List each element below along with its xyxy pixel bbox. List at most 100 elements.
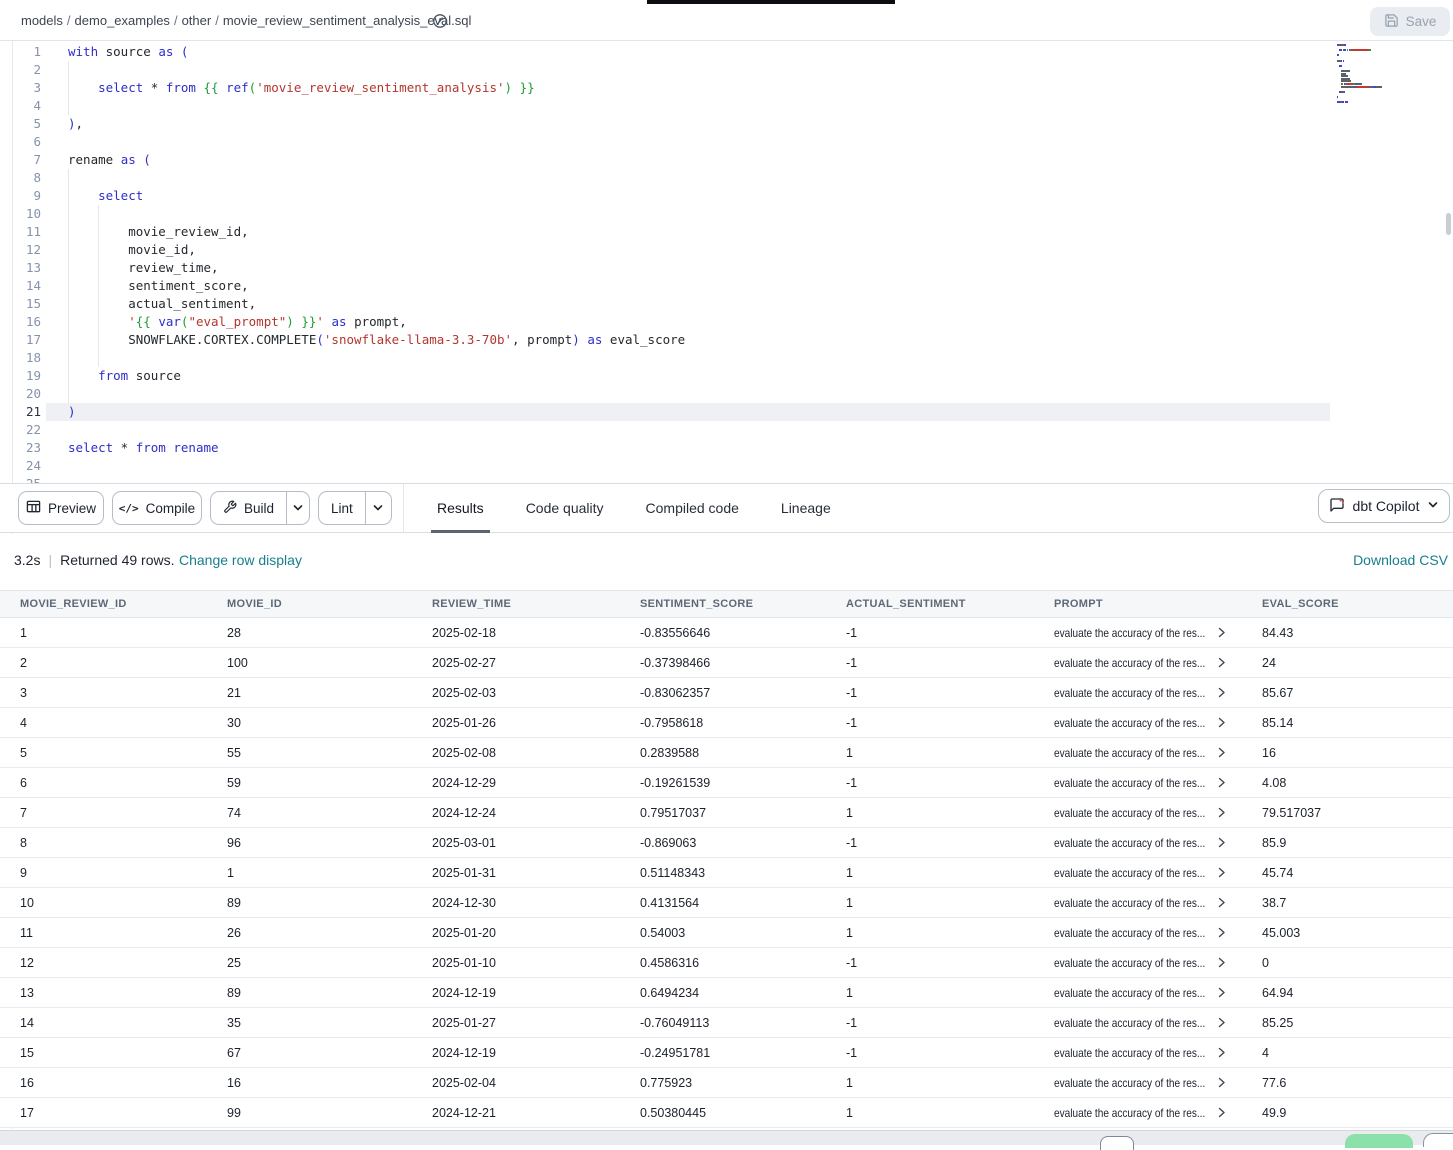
cell-actual_sentiment: -1: [818, 1038, 1026, 1067]
code-line[interactable]: 14 sentiment_score,: [0, 277, 1453, 295]
cell-actual_sentiment: 1: [818, 858, 1026, 887]
lint-button[interactable]: Lint: [319, 492, 365, 524]
expand-prompt-icon[interactable]: [1218, 957, 1226, 968]
build-dropdown-chevron[interactable]: [286, 492, 309, 524]
breadcrumb-segment[interactable]: other: [182, 13, 212, 28]
expand-prompt-icon[interactable]: [1218, 747, 1226, 758]
cell-sentiment_score: -0.37398466: [612, 648, 818, 677]
copilot-chat-sparkle-icon: [1329, 497, 1345, 516]
cell-movie_review_id: 5: [0, 738, 199, 767]
change-row-display-link[interactable]: Change row display: [179, 552, 302, 568]
expand-prompt-icon[interactable]: [1218, 897, 1226, 908]
lint-dropdown-chevron[interactable]: [365, 492, 391, 524]
cell-eval_score: 45.003: [1234, 918, 1453, 947]
build-label: Build: [244, 501, 274, 516]
code-line[interactable]: 13 review_time,: [0, 259, 1453, 277]
expand-prompt-icon[interactable]: [1218, 987, 1226, 998]
expand-prompt-icon[interactable]: [1218, 717, 1226, 728]
save-label: Save: [1406, 14, 1437, 29]
code-line[interactable]: 7rename as (: [0, 151, 1453, 169]
expand-prompt-icon[interactable]: [1218, 1107, 1226, 1118]
prompt-preview-text: evaluate the accuracy of the res...: [1054, 806, 1205, 820]
breadcrumb-segment[interactable]: models: [21, 13, 63, 28]
cell-movie_id: 25: [199, 948, 404, 977]
partial-button-left[interactable]: [1100, 1136, 1134, 1150]
code-line[interactable]: 23select * from rename: [0, 439, 1453, 457]
expand-prompt-icon[interactable]: [1218, 657, 1226, 668]
editor-scrollbar-thumb[interactable]: [1446, 213, 1451, 235]
prompt-preview-text: evaluate the accuracy of the res...: [1054, 1106, 1205, 1120]
code-line[interactable]: 24: [0, 457, 1453, 475]
code-line[interactable]: 20: [0, 385, 1453, 403]
line-number: 25: [0, 475, 41, 483]
dbt-copilot-button[interactable]: dbt Copilot: [1318, 489, 1450, 523]
expand-prompt-icon[interactable]: [1218, 1077, 1226, 1088]
code-line[interactable]: 9 select: [0, 187, 1453, 205]
expand-prompt-icon[interactable]: [1218, 837, 1226, 848]
code-line[interactable]: 1 with source as (: [0, 43, 1453, 61]
code-line[interactable]: 15 actual_sentiment,: [0, 295, 1453, 313]
code-line[interactable]: 21): [0, 403, 1453, 421]
table-row: 4302025-01-26-0.7958618-1evaluate the ac…: [0, 708, 1453, 738]
cell-movie_id: 96: [199, 828, 404, 857]
tab-lineage[interactable]: Lineage: [760, 484, 852, 533]
top-bar: models/demo_examples/other/movie_review_…: [0, 0, 1453, 41]
code-line[interactable]: 4: [0, 97, 1453, 115]
row-count-summary: Returned 49 rows.: [60, 552, 174, 568]
code-text: ),: [68, 115, 83, 133]
results-tabs: ResultsCode qualityCompiled codeLineage: [416, 484, 852, 533]
cell-sentiment_score: 0.6494234: [612, 978, 818, 1007]
compile-code-icon: </>: [119, 502, 139, 515]
code-line[interactable]: 18: [0, 349, 1453, 367]
preview-button[interactable]: Preview: [18, 491, 104, 525]
code-line[interactable]: 6: [0, 133, 1453, 151]
cell-sentiment_score: -0.83556646: [612, 618, 818, 647]
code-line[interactable]: 17 SNOWFLAKE.CORTEX.COMPLETE('snowflake-…: [0, 331, 1453, 349]
sql-code-editor[interactable]: 1 with source as (23 select * from {{ ref…: [0, 41, 1453, 483]
partial-button-green[interactable]: [1345, 1134, 1413, 1148]
code-line[interactable]: 16 '{{ var("eval_prompt") }}' as prompt,: [0, 313, 1453, 331]
code-line[interactable]: 12 movie_id,: [0, 241, 1453, 259]
table-row: 14352025-01-27-0.76049113-1evaluate the …: [0, 1008, 1453, 1038]
tab-results[interactable]: Results: [416, 484, 505, 533]
line-number: 1: [0, 43, 41, 61]
expand-prompt-icon[interactable]: [1218, 627, 1226, 638]
build-button[interactable]: Build: [211, 492, 286, 524]
code-line[interactable]: 8: [0, 169, 1453, 187]
code-line[interactable]: 19 from source: [0, 367, 1453, 385]
line-number: 20: [0, 385, 41, 403]
compile-button[interactable]: </> Compile: [112, 491, 202, 525]
code-text: with source as (: [68, 43, 188, 61]
code-line[interactable]: 25: [0, 475, 1453, 483]
expand-prompt-icon[interactable]: [1218, 1017, 1226, 1028]
cell-actual_sentiment: 1: [818, 1098, 1026, 1127]
expand-prompt-icon[interactable]: [1218, 1047, 1226, 1058]
cell-prompt: evaluate the accuracy of the res...: [1026, 828, 1234, 857]
expand-prompt-icon[interactable]: [1218, 927, 1226, 938]
cell-sentiment_score: 0.50380445: [612, 1098, 818, 1127]
cell-review_time: 2025-01-31: [404, 858, 612, 887]
cell-eval_score: 0: [1234, 948, 1453, 977]
code-line[interactable]: 22: [0, 421, 1453, 439]
tab-code-quality[interactable]: Code quality: [505, 484, 625, 533]
expand-prompt-icon[interactable]: [1218, 807, 1226, 818]
cell-movie_review_id: 17: [0, 1098, 199, 1127]
code-line[interactable]: 3 select * from {{ ref('movie_review_sen…: [0, 79, 1453, 97]
expand-prompt-icon[interactable]: [1218, 687, 1226, 698]
code-line[interactable]: 5),: [0, 115, 1453, 133]
save-button[interactable]: Save: [1370, 7, 1450, 36]
prompt-preview-text: evaluate the accuracy of the res...: [1054, 986, 1205, 1000]
file-modified-circle-icon[interactable]: [432, 13, 448, 29]
code-line[interactable]: 11 movie_review_id,: [0, 223, 1453, 241]
copilot-label: dbt Copilot: [1353, 498, 1420, 514]
code-line[interactable]: 10: [0, 205, 1453, 223]
cell-review_time: 2025-03-01: [404, 828, 612, 857]
download-csv-link[interactable]: Download CSV: [1353, 552, 1448, 568]
expand-prompt-icon[interactable]: [1218, 777, 1226, 788]
code-line[interactable]: 2: [0, 61, 1453, 79]
tab-compiled-code[interactable]: Compiled code: [625, 484, 760, 533]
table-row: 912025-01-310.511483431evaluate the accu…: [0, 858, 1453, 888]
minimap[interactable]: [1337, 44, 1429, 114]
expand-prompt-icon[interactable]: [1218, 867, 1226, 878]
breadcrumb-segment[interactable]: demo_examples: [75, 13, 170, 28]
